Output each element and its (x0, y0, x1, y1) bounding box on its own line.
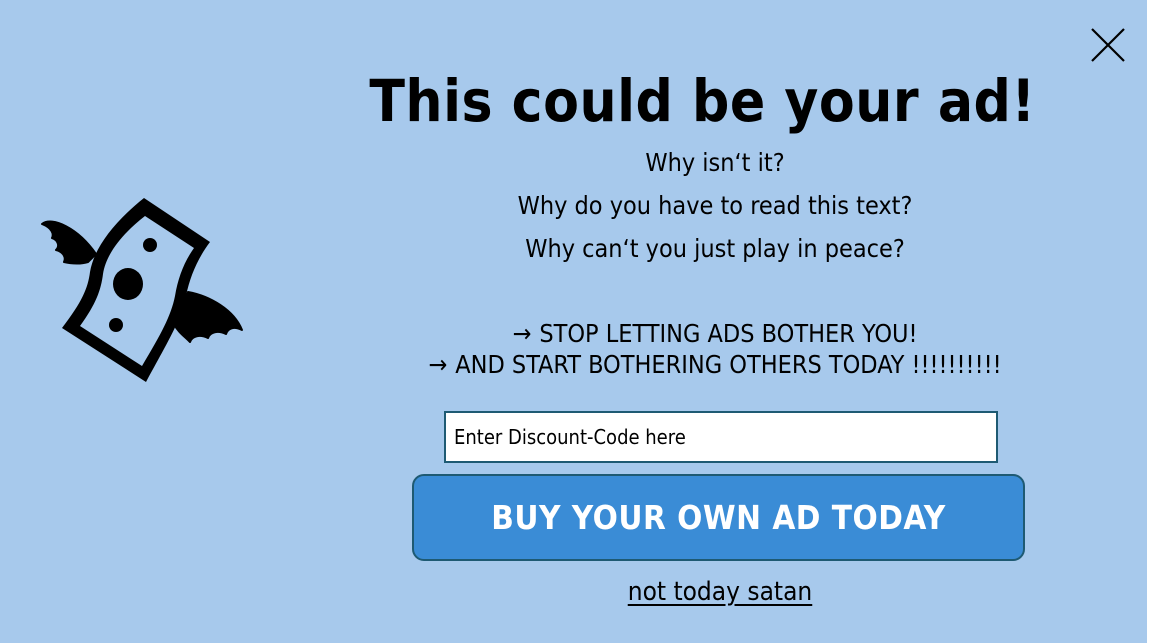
ad-popup: This could be your ad! Why isn‘t it? Why… (0, 0, 1147, 643)
buy-ad-button[interactable]: BUY YOUR OWN AD TODAY (412, 474, 1025, 561)
question-2: Why do you have to read this text? (517, 191, 913, 220)
flying-money-icon (38, 192, 248, 387)
headline: This could be your ad! (369, 67, 1036, 135)
close-button[interactable] (1088, 25, 1128, 65)
close-icon (1091, 28, 1125, 62)
discount-code-input[interactable] (444, 411, 998, 463)
question-3: Why can‘t you just play in peace? (525, 234, 905, 263)
arrow-right-icon: → (428, 350, 448, 379)
cta-line-2: → AND START BOTHERING OTHERS TODAY !!!!!!… (330, 350, 1100, 380)
arrow-right-icon: → (512, 319, 532, 348)
cta-text-1: STOP LETTING ADS BOTHER YOU! (539, 319, 918, 348)
cta-text-2: AND START BOTHERING OTHERS TODAY !!!!!!!… (455, 350, 1002, 379)
question-1: Why isn‘t it? (645, 148, 785, 177)
decline-link[interactable]: not today satan (520, 575, 920, 609)
cta-line-1: → STOP LETTING ADS BOTHER YOU! (330, 319, 1100, 349)
